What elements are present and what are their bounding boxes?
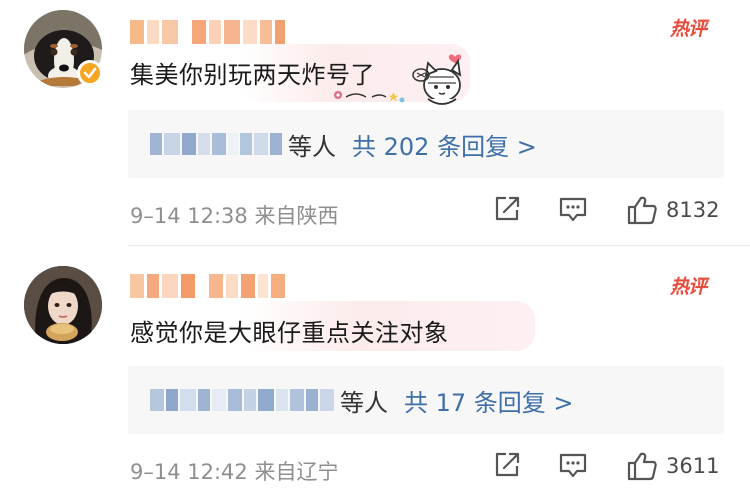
share-button[interactable] <box>493 451 521 479</box>
comment-meta: 9–14 12:38 来自陕西 <box>130 204 339 228</box>
share-icon <box>495 196 520 221</box>
like-button[interactable]: 8132 <box>626 195 719 225</box>
comment-meta: 9–14 12:42 来自辽宁 <box>130 460 339 484</box>
like-count: 3611 <box>666 454 720 478</box>
like-icon <box>627 196 657 225</box>
cat-sticker-icon <box>334 54 462 105</box>
reply-count-link[interactable]: 共 17 条回复 > <box>404 383 574 418</box>
hot-comment-badge: 热评 <box>670 18 707 40</box>
comment-icon <box>559 453 587 478</box>
username-blurred[interactable] <box>130 274 330 298</box>
like-icon <box>627 452 657 481</box>
reply-who-suffix: 等人 <box>288 132 336 161</box>
username-blurred[interactable] <box>130 20 330 44</box>
reply-summary[interactable]: 等人 共 202 条回复 > <box>128 110 724 178</box>
like-button[interactable]: 3611 <box>626 451 719 481</box>
avatar[interactable] <box>24 266 102 344</box>
like-count: 8132 <box>666 198 720 222</box>
comment-button[interactable] <box>558 451 588 479</box>
hot-comment-badge: 热评 <box>670 276 707 298</box>
reply-usernames-blurred <box>150 387 334 413</box>
share-button[interactable] <box>493 195 521 223</box>
reply-who-suffix: 等人 <box>340 388 388 417</box>
comment-text: 感觉你是大眼仔重点关注对象 <box>130 319 449 347</box>
share-icon <box>495 452 520 477</box>
verified-icon <box>77 60 103 86</box>
comment-item: 热评 集美你别玩两天炸号了 等人 共 202 条回复 > 9–14 12:38 … <box>0 0 750 245</box>
comment-icon <box>559 197 587 222</box>
comment-button[interactable] <box>558 195 588 223</box>
reply-usernames-blurred <box>150 131 282 157</box>
reply-summary[interactable]: 等人 共 17 条回复 > <box>128 366 724 434</box>
comment-item: 热评 感觉你是大眼仔重点关注对象 等人 共 17 条回复 > 9–14 12:4… <box>0 246 750 494</box>
reply-count-link[interactable]: 共 202 条回复 > <box>352 127 537 162</box>
